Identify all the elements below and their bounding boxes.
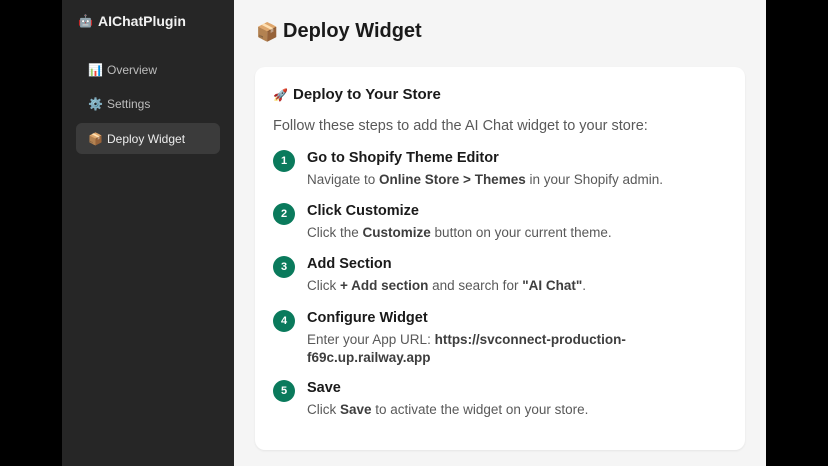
sidebar-item-label: Settings [107,97,151,111]
package-icon: 📦 [256,21,279,42]
step-description: Enter your App URL: https://svconnect-pr… [307,332,626,365]
step-description: Click + Add section and search for "AI C… [307,278,587,293]
card-title: 🚀 Deploy to Your Store [273,86,441,103]
right-black-bar [766,0,828,466]
step-number-badge: 3 [273,256,295,278]
step-title: Save [307,380,341,396]
app-name: AIChatPlugin [98,13,186,29]
gear-icon: ⚙️ [88,97,103,111]
step-number-badge: 5 [273,380,295,402]
card-title-text: Deploy to Your Store [293,86,441,103]
step-title: Configure Widget [307,310,428,326]
sidebar-item-label: Overview [107,62,158,77]
page-title: 📦 Deploy Widget [256,20,422,43]
step-title: Add Section [307,256,392,272]
main-content: 📦 Deploy Widget 🚀 Deploy to Your Store F… [234,0,766,466]
robot-icon: 🤖 [78,14,93,28]
step-number-badge: 4 [273,310,295,332]
rocket-icon: 🚀 [273,87,288,102]
step-title: Click Customize [307,203,419,219]
deploy-card: 🚀 Deploy to Your Store Follow these step… [255,67,745,450]
sidebar-item-deploy-widget[interactable]: 📦 Deploy Widget [76,123,220,154]
sidebar: 🤖 AIChatPlugin 📊 Overview ⚙️ Settings 📦 … [62,0,234,466]
step-number-badge: 2 [273,203,295,225]
sidebar-item-settings[interactable]: ⚙️ Settings [76,89,220,120]
chart-icon: 📊 [88,62,103,77]
page-title-text: Deploy Widget [283,20,422,42]
sidebar-nav: 📊 Overview ⚙️ Settings 📦 Deploy Widget [76,54,220,158]
sidebar-item-label: Deploy Widget [107,131,186,146]
step-description: Click Save to activate the widget on you… [307,402,589,417]
step-description: Click the Customize button on your curre… [307,225,612,240]
package-icon: 📦 [88,131,103,146]
sidebar-item-overview[interactable]: 📊 Overview [76,54,220,85]
step-title: Go to Shopify Theme Editor [307,150,499,166]
step-number-badge: 1 [273,150,295,172]
card-intro: Follow these steps to add the AI Chat wi… [273,118,648,134]
step-description: Navigate to Online Store > Themes in you… [307,172,664,187]
app-brand[interactable]: 🤖 AIChatPlugin [78,13,186,29]
